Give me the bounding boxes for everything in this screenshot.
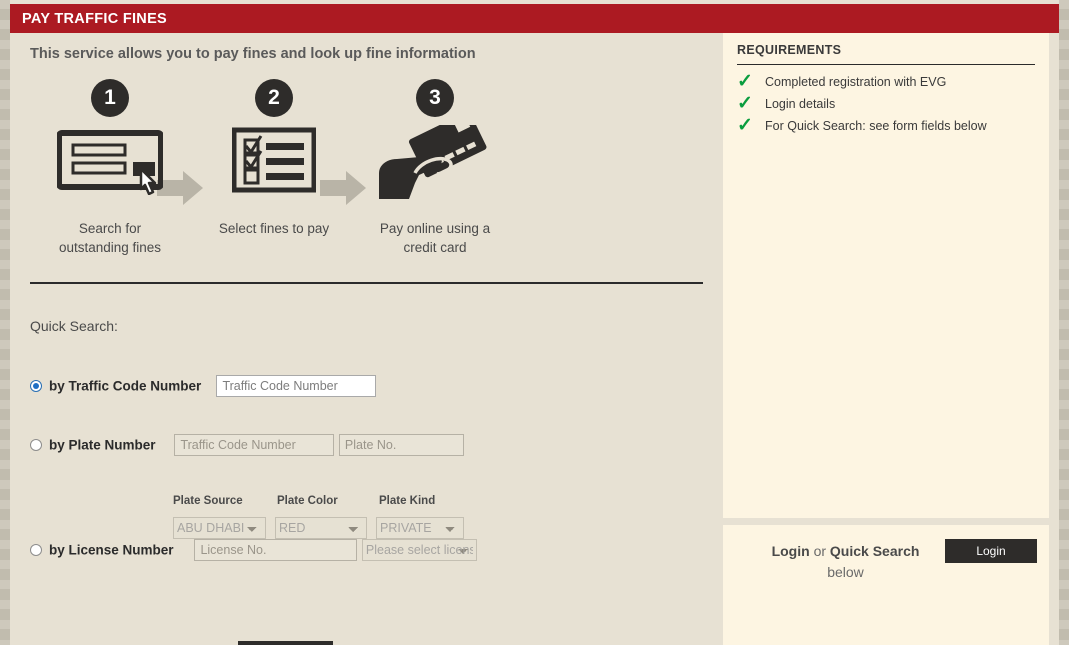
step-1-label-line1: Search for xyxy=(78,221,142,236)
step-3-label-line2: credit card xyxy=(403,240,467,255)
radio-option-by-license-number[interactable]: by License Number xyxy=(30,541,190,559)
step-2: 2 Select fines to pay xyxy=(190,79,358,238)
license-number-input[interactable] xyxy=(194,539,358,561)
radio-by-traffic-code-number[interactable] xyxy=(30,379,42,392)
step-3-label: Pay online using a credit card xyxy=(355,219,515,257)
section-divider xyxy=(30,282,703,284)
steps-diagram: 1 Search for outstanding fines 2 Select … xyxy=(30,79,500,301)
step-3-label-line1: Pay online using a xyxy=(379,221,491,236)
login-prompt-bold-quicksearch: Quick Search xyxy=(829,543,920,559)
step-1-number: 1 xyxy=(91,79,129,117)
quick-search-row-traffic-code: by Traffic Code Number xyxy=(30,375,377,397)
requirements-title: REQUIREMENTS xyxy=(737,43,1035,65)
radio-label-by-plate-number: by Plate Number xyxy=(49,437,156,453)
search-button[interactable]: Search xyxy=(238,641,333,645)
radio-option-by-plate-number[interactable]: by Plate Number xyxy=(30,436,170,454)
login-button[interactable]: Login xyxy=(945,539,1037,563)
login-panel: Login or Quick Search below Login xyxy=(723,525,1049,645)
quick-search-heading: Quick Search: xyxy=(30,318,118,334)
requirement-text: Completed registration with EVG xyxy=(765,75,947,89)
service-description: This service allows you to pay fines and… xyxy=(30,46,476,62)
page-title-bar: PAY TRAFFIC FINES xyxy=(10,4,1059,33)
step-3: 3 Pay online using a credit card xyxy=(355,79,515,257)
radio-label-by-license-number: by License Number xyxy=(49,542,174,558)
requirement-item: ✓ Completed registration with EVG xyxy=(737,71,1035,92)
step-1-label-line2: outstanding fines xyxy=(58,240,162,255)
radio-option-by-traffic-code-number[interactable]: by Traffic Code Number xyxy=(30,377,212,395)
check-icon: ✓ xyxy=(737,71,753,92)
login-prompt-below: below xyxy=(827,564,864,580)
requirement-item: ✓ Login details xyxy=(737,93,1035,114)
plate-number-input[interactable] xyxy=(338,434,464,456)
step-2-label-line1: Select fines to pay xyxy=(218,221,330,236)
requirement-item: ✓ For Quick Search: see form fields belo… xyxy=(737,115,1035,136)
step-2-number: 2 xyxy=(255,79,293,117)
login-prompt: Login or Quick Search below xyxy=(753,541,938,583)
plate-color-select[interactable]: RED xyxy=(275,517,367,539)
quick-search-row-license: by License Number Please select licens xyxy=(30,539,477,561)
plate-source-select[interactable]: ABU DHABI xyxy=(173,517,266,539)
license-source-select[interactable]: Please select licens xyxy=(361,539,477,561)
requirement-text: Login details xyxy=(765,97,836,111)
plate-traffic-code-number-input[interactable] xyxy=(174,434,335,456)
requirements-panel: REQUIREMENTS ✓ Completed registration wi… xyxy=(723,33,1049,518)
check-icon: ✓ xyxy=(737,93,753,114)
page-content: PAY TRAFFIC FINES This service allows yo… xyxy=(10,0,1059,645)
radio-by-plate-number[interactable] xyxy=(30,438,42,451)
checklist-icon xyxy=(190,125,358,211)
check-icon: ✓ xyxy=(737,115,753,136)
step-2-label: Select fines to pay xyxy=(190,219,358,238)
login-prompt-or: or xyxy=(809,543,830,559)
quick-search-row-plate: by Plate Number xyxy=(30,434,464,456)
login-prompt-bold-login: Login xyxy=(771,543,810,559)
traffic-code-number-input[interactable] xyxy=(216,375,377,397)
plate-field-headings: Plate Source Plate Color Plate Kind xyxy=(173,495,435,507)
page-title: PAY TRAFFIC FINES xyxy=(22,10,168,27)
radio-label-by-traffic-code-number: by Traffic Code Number xyxy=(49,378,202,394)
main-left-column: This service allows you to pay fines and… xyxy=(10,33,722,645)
search-form-cursor-icon xyxy=(30,125,190,211)
step-1: 1 Search for outstanding fines xyxy=(30,79,190,257)
plate-kind-label: Plate Kind xyxy=(379,495,436,507)
plate-kind-select[interactable]: PRIVATE xyxy=(376,517,464,539)
step-3-number: 3 xyxy=(416,79,454,117)
step-1-label: Search for outstanding fines xyxy=(30,219,190,257)
plate-color-label: Plate Color xyxy=(277,495,338,507)
plate-source-label: Plate Source xyxy=(173,495,243,507)
hand-credit-card-icon xyxy=(355,111,515,211)
radio-by-license-number[interactable] xyxy=(30,543,42,556)
plate-select-group: ABU DHABI RED PRIVATE xyxy=(173,517,464,539)
requirement-text: For Quick Search: see form fields below xyxy=(765,119,987,133)
